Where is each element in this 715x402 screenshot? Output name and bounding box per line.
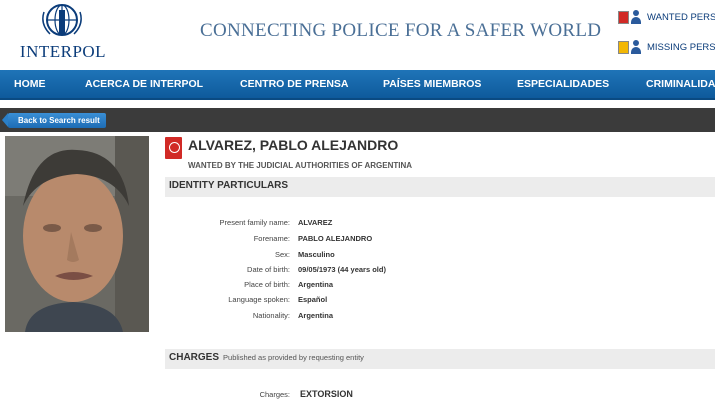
- interpol-globe-icon: [42, 4, 82, 36]
- wanted-by-text: WANTED BY THE JUDICIAL AUTHORITIES OF AR…: [188, 161, 413, 170]
- identity-section-header: IDENTITY PARTICULARS: [165, 177, 715, 197]
- field-label-family-name: Present family name:: [219, 218, 290, 227]
- wanted-persons-link[interactable]: WANTED PERSONS: [618, 8, 715, 26]
- field-value-forename: PABLO ALEJANDRO: [298, 234, 373, 243]
- nav-centro-prensa[interactable]: CENTRO DE PRENSA: [240, 70, 349, 98]
- nav-home[interactable]: HOME: [14, 70, 46, 98]
- wanted-persons-label: WANTED PERSONS: [647, 11, 715, 23]
- back-to-search-button[interactable]: Back to Search result: [2, 113, 106, 128]
- person-name: ALVAREZ, PABLO ALEJANDRO: [188, 137, 399, 153]
- missing-persons-icon: [618, 39, 642, 55]
- field-label-dob: Date of birth:: [247, 265, 290, 274]
- field-value-charges: EXTORSION: [300, 389, 353, 399]
- charges-subtitle: Published as provided by requesting enti…: [223, 353, 364, 362]
- wanted-persons-icon: [618, 9, 642, 25]
- charges-section-title: CHARGES Published as provided by requesti…: [169, 352, 364, 363]
- site-slogan: CONNECTING POLICE FOR A SAFER WORLD: [200, 20, 602, 41]
- field-label-language: Language spoken:: [228, 295, 290, 304]
- charges-section-header: CHARGES Published as provided by requesti…: [165, 349, 715, 369]
- field-value-family-name: ALVAREZ: [298, 218, 333, 227]
- notice-content: ALVAREZ, PABLO ALEJANDRO WANTED BY THE J…: [0, 132, 715, 402]
- field-value-language: Español: [298, 295, 328, 304]
- field-label-forename: Forename:: [253, 234, 290, 243]
- main-nav: HOME ACERCA DE INTERPOL CENTRO DE PRENSA…: [0, 70, 715, 100]
- sub-toolbar: Back to Search result: [0, 108, 715, 132]
- field-label-place-of-birth: Place of birth:: [244, 280, 290, 289]
- charges-title: CHARGES: [169, 352, 220, 363]
- red-notice-icon: [165, 137, 182, 159]
- interpol-logo[interactable]: INTERPOL: [18, 2, 108, 64]
- field-label-sex: Sex:: [274, 250, 290, 259]
- site-header: INTERPOL CONNECTING POLICE FOR A SAFER W…: [0, 0, 715, 70]
- nav-especialidades[interactable]: ESPECIALIDADES: [517, 70, 609, 98]
- field-value-place-of-birth: Argentina: [298, 280, 334, 289]
- nav-paises-miembros[interactable]: PAÍSES MIEMBROS: [383, 70, 481, 98]
- suspect-photo: [5, 136, 149, 332]
- nav-acerca[interactable]: ACERCA DE INTERPOL: [85, 70, 203, 98]
- field-value-dob: 09/05/1973 (44 years old): [298, 265, 386, 274]
- field-label-charges: Charges:: [259, 390, 290, 399]
- field-value-sex: Masculino: [298, 250, 335, 259]
- identity-section-title: IDENTITY PARTICULARS: [169, 180, 289, 191]
- field-value-nationality: Argentina: [298, 311, 334, 320]
- field-label-nationality: Nationality:: [252, 311, 290, 320]
- missing-persons-label: MISSING PERSONS: [647, 41, 715, 53]
- logo-text: INTERPOL: [19, 42, 107, 61]
- missing-persons-link[interactable]: MISSING PERSONS: [618, 38, 715, 56]
- nav-criminalidad[interactable]: CRIMINALIDAD: [646, 70, 715, 98]
